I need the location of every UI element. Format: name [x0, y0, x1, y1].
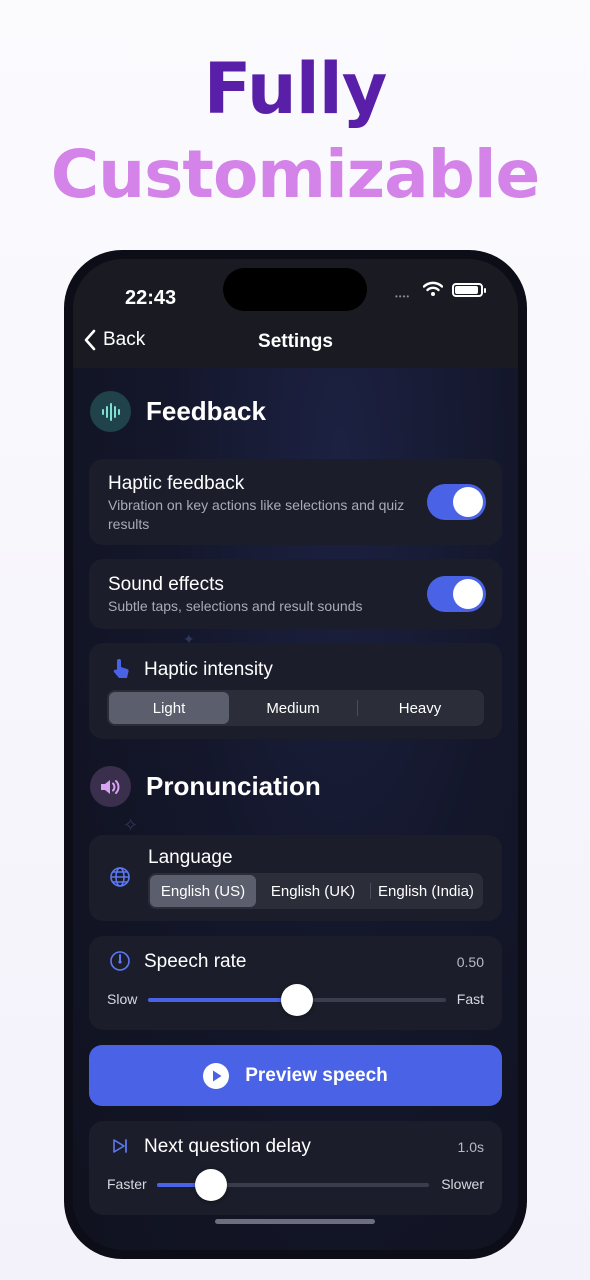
- page-title: Settings: [258, 331, 333, 352]
- preview-speech-label: Preview speech: [245, 1064, 388, 1086]
- sound-effects-title: Sound effects: [108, 574, 224, 595]
- pronunciation-section-title: Pronunciation: [146, 771, 321, 801]
- skip-forward-icon: [113, 1139, 127, 1153]
- haptic-intensity-segmented: Light Medium Heavy: [107, 690, 484, 726]
- status-time: 22:43: [125, 287, 177, 309]
- speech-rate-min-label: Slow: [107, 991, 138, 1007]
- next-question-delay-title: Next question delay: [144, 1136, 311, 1157]
- next-question-delay-value: 1.0s: [457, 1139, 484, 1155]
- phone-screen: ☆ ✦ ✧ 22:43 •••• Back Settings: [73, 259, 518, 1250]
- speech-rate-slider-thumb[interactable]: [281, 984, 313, 1016]
- speech-rate-value: 0.50: [456, 954, 484, 970]
- haptic-feedback-subtitle: Vibration on key actions like selections…: [108, 497, 405, 532]
- sound-effects-toggle[interactable]: [427, 576, 486, 612]
- feedback-section-title: Feedback: [146, 396, 266, 426]
- headline: Fully Customizable: [0, 46, 590, 218]
- gauge-icon: [110, 951, 130, 971]
- headline-line-2: Customizable: [50, 136, 541, 213]
- preview-speech-button[interactable]: Preview speech: [89, 1045, 502, 1106]
- language-option-india[interactable]: English (India): [371, 875, 481, 907]
- delay-min-label: Faster: [107, 1176, 147, 1192]
- sparkle-decoration-icon: ✧: [123, 815, 139, 835]
- speaker-icon: [90, 766, 131, 807]
- dynamic-island: [223, 268, 367, 311]
- pronunciation-section-header: Pronunciation: [90, 766, 321, 807]
- hand-tap-icon: [113, 659, 129, 678]
- haptic-feedback-title: Haptic feedback: [108, 473, 245, 494]
- language-option-uk[interactable]: English (UK): [256, 875, 370, 907]
- delay-max-label: Slower: [441, 1176, 484, 1192]
- language-option-us[interactable]: English (US): [150, 875, 256, 907]
- intensity-option-medium[interactable]: Medium: [229, 692, 357, 724]
- speech-rate-card: Speech rate 0.50 Slow Fast: [89, 936, 502, 1030]
- speech-rate-max-label: Fast: [456, 991, 484, 1007]
- speech-rate-slider[interactable]: [148, 984, 446, 1016]
- feedback-section-header: Feedback: [90, 391, 266, 432]
- wifi-icon: [423, 281, 443, 296]
- top-bar: 22:43 •••• Back Settings: [73, 259, 518, 368]
- delay-slider-thumb[interactable]: [195, 1169, 228, 1201]
- intensity-option-light[interactable]: Light: [109, 692, 229, 724]
- intensity-option-heavy[interactable]: Heavy: [358, 692, 482, 724]
- language-card: Language English (US) English (UK) Engli…: [89, 835, 502, 921]
- haptic-intensity-card: Haptic intensity Light Medium Heavy: [89, 643, 502, 739]
- battery-icon: [452, 283, 486, 297]
- sound-effects-subtitle: Subtle taps, selections and result sound…: [108, 598, 363, 614]
- next-question-delay-slider[interactable]: [157, 1169, 429, 1201]
- globe-icon: [110, 867, 130, 887]
- headline-line-1: Fully: [203, 48, 388, 130]
- speech-rate-slider-fill: [148, 998, 297, 1002]
- play-icon: [203, 1062, 230, 1089]
- waveform-icon: [90, 391, 131, 432]
- language-segmented: English (US) English (UK) English (India…: [148, 873, 483, 909]
- haptic-feedback-row: Haptic feedback Vibration on key actions…: [89, 459, 502, 545]
- sound-effects-row: Sound effects Subtle taps, selections an…: [89, 559, 502, 629]
- next-question-delay-card: Next question delay 1.0s Faster Slower: [89, 1121, 502, 1215]
- haptic-intensity-title: Haptic intensity: [144, 659, 273, 680]
- phone-frame: ☆ ✦ ✧ 22:43 •••• Back Settings: [64, 250, 527, 1259]
- haptic-feedback-toggle[interactable]: [427, 484, 486, 520]
- speech-rate-title: Speech rate: [144, 951, 247, 972]
- language-title: Language: [148, 847, 233, 868]
- signal-icon: ••••: [395, 292, 411, 301]
- home-indicator: [215, 1219, 375, 1224]
